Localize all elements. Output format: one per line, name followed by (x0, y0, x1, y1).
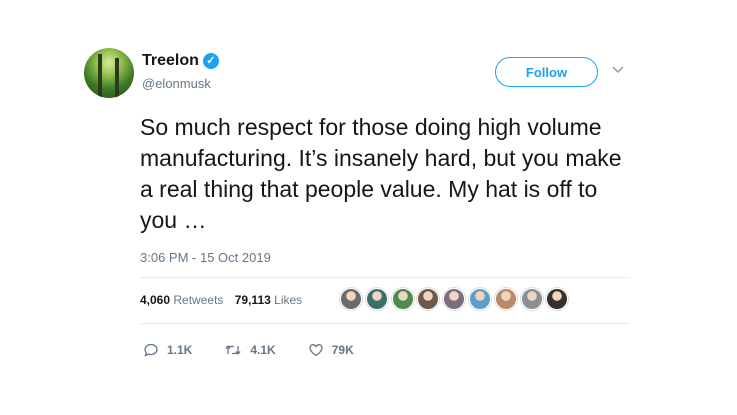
likes-stat[interactable]: 79,113 Likes (235, 293, 302, 307)
liker-avatar[interactable] (391, 288, 414, 310)
reply-button[interactable]: 1.1K (143, 342, 192, 358)
liker-avatar[interactable] (417, 288, 440, 310)
retweets-stat[interactable]: 4,060 Retweets (140, 293, 223, 307)
liker-avatar[interactable] (520, 288, 543, 310)
display-name[interactable]: Treelon (142, 52, 199, 69)
heart-icon (309, 344, 323, 357)
liker-avatar[interactable] (494, 288, 517, 310)
reply-icon (144, 343, 158, 357)
divider (140, 277, 630, 278)
author-handle[interactable]: @elonmusk (142, 76, 211, 91)
divider (140, 323, 630, 324)
chevron-down-icon[interactable] (612, 64, 624, 76)
verified-badge-icon: ✓ (202, 53, 219, 69)
reply-count: 1.1K (167, 343, 193, 357)
liker-avatar[interactable] (340, 288, 362, 310)
liker-avatar[interactable] (468, 288, 491, 310)
like-button[interactable]: 79K (308, 342, 354, 358)
engagement-stats: 4,060 Retweets 79,113 Likes (140, 293, 310, 307)
retweet-count: 4.1K (250, 343, 276, 357)
tweet-actions: 1.1K 4.1K 79K (143, 342, 386, 358)
profile-avatar[interactable] (84, 48, 134, 98)
retweets-label: Retweets (173, 293, 224, 307)
liker-avatars (340, 288, 572, 310)
tweet-timestamp[interactable]: 3:06 PM - 15 Oct 2019 (140, 250, 271, 265)
likes-count: 79,113 (234, 293, 271, 307)
tweet-text: So much respect for those doing high vol… (140, 114, 622, 233)
liker-avatar[interactable] (365, 288, 388, 310)
likes-label: Likes (274, 293, 303, 307)
liker-avatar[interactable] (546, 288, 569, 310)
retweets-count: 4,060 (140, 293, 171, 307)
retweet-button[interactable]: 4.1K (224, 342, 276, 358)
like-count: 79K (331, 343, 354, 357)
author-name[interactable]: Treelon ✓ (142, 52, 219, 70)
liker-avatar[interactable] (443, 288, 466, 310)
retweet-icon (225, 345, 242, 355)
follow-button[interactable]: Follow (495, 57, 598, 87)
